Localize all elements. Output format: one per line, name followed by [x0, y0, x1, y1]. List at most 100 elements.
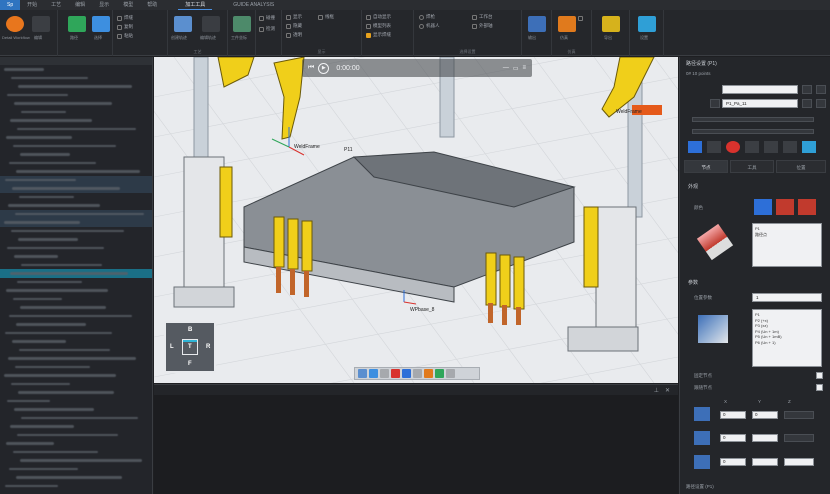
- appearance-list-item[interactable]: 路径点: [753, 232, 821, 238]
- tree-row[interactable]: [0, 329, 152, 338]
- value-1-y[interactable]: 0: [752, 411, 778, 419]
- tree-row[interactable]: [0, 448, 152, 457]
- follow-node-checkbox[interactable]: [816, 384, 823, 391]
- path-icon[interactable]: [68, 16, 86, 32]
- tree-row[interactable]: [0, 405, 152, 414]
- tree-row[interactable]: [0, 278, 152, 287]
- tree-row[interactable]: [0, 312, 152, 321]
- tree-row[interactable]: [0, 295, 152, 304]
- slider-2[interactable]: [692, 129, 814, 134]
- tree-row[interactable]: [0, 473, 152, 482]
- section-icon[interactable]: [380, 369, 389, 378]
- color-blue-button[interactable]: [754, 199, 772, 215]
- transparent-button[interactable]: 透明: [286, 32, 302, 38]
- color-red-button[interactable]: [776, 199, 794, 215]
- view-cube-top[interactable]: T: [188, 344, 192, 350]
- tree-row[interactable]: [0, 269, 152, 278]
- value-3-x[interactable]: 0: [720, 458, 746, 466]
- color-red-button-2[interactable]: [798, 199, 816, 215]
- tab-nodes[interactable]: 节点: [684, 160, 728, 173]
- tree-row[interactable]: [0, 142, 152, 151]
- menu-help[interactable]: 帮助: [140, 0, 164, 10]
- pin-icon[interactable]: ⊥: [654, 387, 659, 394]
- output-icon[interactable]: [528, 16, 546, 32]
- next-point-button[interactable]: [802, 99, 812, 108]
- tree-row[interactable]: [0, 82, 152, 91]
- tree-row[interactable]: [0, 227, 152, 236]
- name-field-button[interactable]: [802, 85, 812, 94]
- show-weld-button[interactable]: 显示焊缝: [366, 32, 391, 38]
- refresh-icon[interactable]: [435, 369, 444, 378]
- tree-row[interactable]: [0, 150, 152, 159]
- tool-btn-4[interactable]: [745, 141, 759, 153]
- copy-button[interactable]: 复制: [117, 24, 133, 30]
- rewind-icon[interactable]: ⏮: [308, 64, 314, 72]
- tool-btn-2[interactable]: [707, 141, 721, 153]
- tree-row[interactable]: [0, 74, 152, 83]
- value-3-z[interactable]: [784, 458, 814, 466]
- view-cube[interactable]: B L T R F: [164, 321, 216, 373]
- tree-row[interactable]: [0, 184, 152, 193]
- tree-row[interactable]: [0, 431, 152, 440]
- create-track-icon[interactable]: [174, 16, 192, 32]
- view-cube-back[interactable]: B: [188, 327, 192, 333]
- tree-row[interactable]: [0, 397, 152, 406]
- tree-row[interactable]: [0, 65, 152, 74]
- tree-row[interactable]: [0, 235, 152, 244]
- tool-btn-6[interactable]: [783, 141, 797, 153]
- point-select[interactable]: P1_Pa_11: [722, 99, 798, 108]
- select-icon[interactable]: [92, 16, 110, 32]
- select-axis-button[interactable]: 外部轴: [472, 23, 493, 29]
- value-1-x[interactable]: 0: [720, 411, 746, 419]
- value-2-y[interactable]: [752, 434, 778, 442]
- param-input[interactable]: 1: [752, 293, 822, 302]
- play-icon[interactable]: ▶: [318, 62, 330, 74]
- tree-row[interactable]: [0, 133, 152, 142]
- simulation-icon[interactable]: [558, 16, 576, 32]
- tree-row[interactable]: [0, 371, 152, 380]
- tree-row[interactable]: [0, 465, 152, 474]
- axis-icon[interactable]: [391, 369, 400, 378]
- value-3-y[interactable]: [752, 458, 778, 466]
- tree-row[interactable]: [0, 91, 152, 100]
- wireframe-button[interactable]: 线框: [318, 14, 334, 20]
- more-icon[interactable]: [446, 369, 455, 378]
- workflow-icon[interactable]: [6, 16, 24, 32]
- measure-icon[interactable]: [413, 369, 422, 378]
- menu-machining-tools[interactable]: 加工工具: [178, 0, 213, 10]
- model-list-button[interactable]: 模型列表: [366, 23, 391, 29]
- settings-icon[interactable]: [638, 16, 656, 32]
- view-cube-left[interactable]: L: [170, 344, 174, 350]
- record-icon[interactable]: [726, 141, 740, 153]
- show-button[interactable]: 显示: [286, 14, 302, 20]
- tab-position[interactable]: 位置: [776, 160, 826, 173]
- stop-button[interactable]: [578, 16, 583, 21]
- tree-row[interactable]: [0, 303, 152, 312]
- tree-row[interactable]: [0, 388, 152, 397]
- tool-btn-5[interactable]: [764, 141, 778, 153]
- appearance-list[interactable]: P1 路径点: [752, 223, 822, 267]
- view-cube-right[interactable]: R: [206, 344, 210, 350]
- tool-btn-1[interactable]: [688, 141, 702, 153]
- tree-row[interactable]: [0, 175, 152, 184]
- parameter-list[interactable]: P1 P2 (+x) P3 (xz) P4 (Un + 1m) P5 (Un +…: [752, 309, 822, 367]
- tree-row[interactable]: [0, 209, 152, 218]
- tool-btn-7[interactable]: [802, 141, 816, 153]
- tree-row[interactable]: [0, 422, 152, 431]
- edit-icon[interactable]: [32, 16, 50, 32]
- fit-view-icon[interactable]: [369, 369, 378, 378]
- paste-button[interactable]: 粘贴: [117, 33, 133, 39]
- export-icon[interactable]: [602, 16, 620, 32]
- tree-row[interactable]: [0, 244, 152, 253]
- view-cube-front[interactable]: F: [188, 361, 192, 367]
- 3d-viewport[interactable]: WeldFrame P11 WeldFrame WPbase_8 ⏮ ▶ 0:0…: [154, 57, 678, 383]
- name-field-button-2[interactable]: [816, 85, 826, 94]
- tree-row[interactable]: [0, 354, 152, 363]
- tree-row[interactable]: [0, 261, 152, 270]
- fixed-node-checkbox[interactable]: [816, 372, 823, 379]
- collision-button[interactable]: 碰撞: [259, 15, 275, 21]
- tree-row[interactable]: [0, 201, 152, 210]
- value-2-x[interactable]: 0: [720, 434, 746, 442]
- menu-file[interactable]: Sp: [0, 0, 21, 10]
- menu-view[interactable]: 显示: [92, 0, 116, 10]
